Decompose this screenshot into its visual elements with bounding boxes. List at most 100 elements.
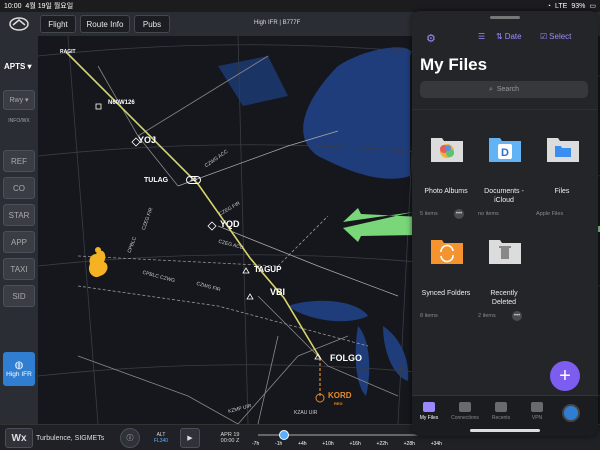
waypoint-yqd[interactable]: YQD — [220, 219, 240, 229]
tile-name: Photo Albums — [424, 188, 468, 195]
weather-button[interactable]: Wx — [5, 428, 33, 448]
folder-icon — [423, 402, 435, 412]
app-button[interactable]: APP — [3, 231, 35, 253]
search-input[interactable]: ⌕ Search — [420, 81, 588, 98]
battery-icon: ▭ — [589, 3, 596, 10]
status-time: 10:00 — [4, 3, 22, 10]
play-icon[interactable]: ▶ — [180, 428, 200, 448]
tile-name: Documents - iCloud — [484, 188, 524, 204]
divider — [412, 109, 598, 110]
sort-label: Date — [504, 32, 522, 41]
tile-meta: 8 items — [420, 313, 438, 319]
waypoint-folgo[interactable]: FOLGO — [330, 353, 362, 363]
add-button[interactable]: + — [550, 361, 580, 391]
lake-superior — [288, 300, 368, 322]
info-wx-button[interactable]: INFO/WX — [3, 118, 35, 124]
list-view-icon[interactable]: ☰ — [478, 32, 485, 41]
timeline-date: APR 19 00:00 Z — [210, 428, 250, 448]
tick-label: +22h — [376, 441, 388, 447]
info-icon[interactable]: ⓘ — [120, 428, 140, 448]
timeline-ticks: -7h -1h +4h +10h +16h +22h +28h +34h — [252, 441, 442, 447]
airports-menu[interactable]: APTS ▾ — [4, 62, 32, 71]
tick-label: +28h — [403, 441, 415, 447]
folder-photo-albums[interactable]: Photo Albums 5 items ••• — [420, 121, 472, 221]
status-date: 4월 19일 월요일 — [25, 3, 74, 10]
clock-icon — [495, 402, 507, 412]
app-logo-icon[interactable] — [8, 16, 30, 32]
tile-meta: Apple Files — [536, 211, 564, 217]
connections-icon — [459, 402, 471, 412]
trash-folder-icon — [489, 240, 521, 264]
status-battery: 93% — [571, 2, 586, 10]
tick-label: +4h — [298, 441, 307, 447]
folder-synced[interactable]: Synced Folders 8 items — [420, 223, 472, 323]
runway-button[interactable]: Rwy ▾ — [3, 90, 35, 110]
altitude-value: FL340 — [153, 438, 169, 444]
folder-recently-deleted[interactable]: Recently Deleted 2 items ••• — [478, 223, 530, 323]
north-water — [218, 56, 288, 106]
co-button[interactable]: CO — [3, 177, 35, 199]
star-button[interactable]: STAR — [3, 204, 35, 226]
taxi-button[interactable]: TAXI — [3, 258, 35, 280]
high-ifr-layer-button[interactable]: ◍ High IFR — [3, 352, 35, 386]
search-placeholder: Search — [496, 86, 520, 93]
lake-huron — [383, 326, 409, 381]
folder-files[interactable]: Files Apple Files — [536, 121, 588, 221]
more-options-icon[interactable]: ••• — [454, 209, 464, 219]
airport-kord[interactable]: KORD — [328, 391, 352, 400]
tile-name: Files — [554, 188, 570, 195]
checkbox-icon: ☑ — [540, 32, 548, 41]
tick-label: +10h — [322, 441, 334, 447]
settings-gear-icon[interactable]: ⚙ — [426, 32, 436, 45]
route-info-button[interactable]: Route Info — [80, 15, 130, 33]
files-panel: ⚙ ☰ ⇅ Date ☑ Select My Files ⌕ Search Ph… — [412, 11, 598, 436]
left-sidebar: APTS ▾ Rwy ▾ INFO/WX REF CO STAR APP TAX… — [0, 36, 38, 424]
chart-title: High IFR | B777F — [254, 20, 301, 26]
waypoint-tulag[interactable]: TULAG — [144, 177, 168, 184]
route-number-badge: 16 — [186, 176, 201, 184]
sort-date-button[interactable]: ⇅ Date — [496, 32, 522, 41]
tick-label: +34h — [430, 441, 442, 447]
tile-name: Synced Folders — [421, 290, 471, 297]
sync-folder-icon — [431, 240, 463, 264]
more-options-icon[interactable]: ••• — [512, 311, 522, 321]
waypoint-vbi[interactable]: VBI — [270, 287, 285, 297]
waypoint-ragit[interactable]: RAGIT — [60, 49, 76, 55]
tick-label: -7h — [252, 441, 260, 447]
tab-connections[interactable]: Connections — [448, 402, 482, 421]
altitude-control[interactable]: ALT FL340 — [148, 428, 174, 448]
select-button[interactable]: ☑ Select — [540, 32, 571, 41]
shield-icon — [531, 402, 543, 412]
tab-my-files[interactable]: My Files — [412, 402, 446, 421]
tab-recents[interactable]: Recents — [484, 402, 518, 421]
wifi-icon: ◔ — [546, 2, 552, 10]
globe-icon: ◍ — [14, 360, 24, 371]
photos-folder-icon — [431, 138, 463, 162]
high-ifr-label: High IFR — [6, 371, 32, 378]
tick-label: +16h — [349, 441, 361, 447]
airport-kord-sub: REG — [334, 401, 343, 406]
timeline-handle[interactable] — [279, 430, 289, 440]
select-label: Select — [549, 32, 572, 41]
tab-label: Connections — [451, 415, 479, 421]
tab-label: VPN — [531, 415, 543, 421]
panel-grabber[interactable] — [490, 16, 520, 19]
sid-button[interactable]: SID — [3, 285, 35, 307]
tile-meta: 2 items — [478, 313, 496, 319]
panel-title: My Files — [420, 55, 488, 74]
flight-button[interactable]: Flight — [40, 15, 76, 33]
folder-documents-icloud[interactable]: D Documents - iCloud no items — [478, 121, 530, 221]
tab-label: My Files — [419, 415, 439, 421]
pubs-button[interactable]: Pubs — [134, 15, 170, 33]
compass-icon[interactable] — [562, 404, 580, 422]
home-indicator — [470, 429, 540, 432]
ref-button[interactable]: REF — [3, 150, 35, 172]
weather-layer-label[interactable]: Turbulence, SIGMETs — [36, 428, 116, 448]
waypoint-n60w126[interactable]: N60W126 — [108, 100, 135, 106]
waypoint-tagup[interactable]: TAGUP — [254, 265, 281, 274]
status-network: LTE — [555, 2, 568, 10]
svg-text:D: D — [501, 147, 509, 159]
tab-vpn[interactable]: VPN — [520, 402, 554, 421]
files-folder-icon — [547, 138, 579, 162]
waypoint-yoj[interactable]: YOJ — [138, 135, 156, 145]
